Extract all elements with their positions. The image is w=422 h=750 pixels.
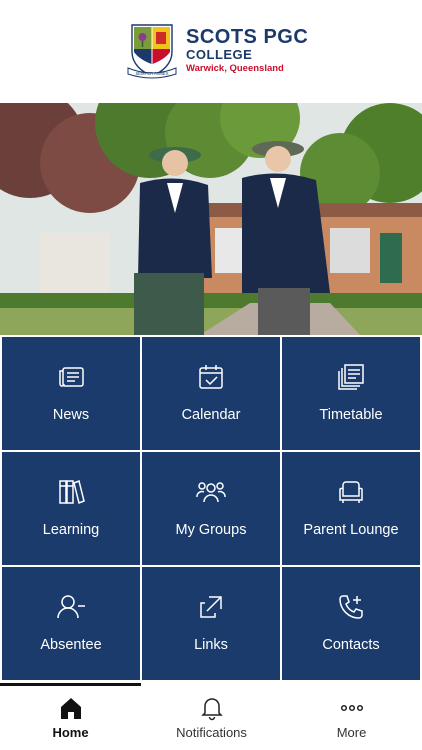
feature-grid: News Calendar Timetable Learning My Grou… xyxy=(0,335,422,683)
tile-learning[interactable]: Learning xyxy=(2,452,140,565)
tile-my-groups[interactable]: My Groups xyxy=(142,452,280,565)
stacked-pages-icon xyxy=(338,364,364,390)
tile-news[interactable]: News xyxy=(2,337,140,450)
tile-label: Contacts xyxy=(322,637,380,653)
tile-absentee[interactable]: Absentee xyxy=(2,567,140,680)
phone-add-icon xyxy=(339,595,363,619)
tab-label: Notifications xyxy=(176,725,247,740)
tile-label: Links xyxy=(194,637,228,653)
college-name: SCOTS PGC COLLEGE Warwick, Queensland xyxy=(186,27,308,75)
tile-label: News xyxy=(52,407,90,423)
calendar-check-icon xyxy=(199,365,223,389)
tile-parent-lounge[interactable]: Parent Lounge xyxy=(282,452,420,565)
tile-label: Calendar xyxy=(181,407,241,423)
newspaper-icon xyxy=(59,367,84,387)
hero-photo-students xyxy=(0,103,422,335)
tile-label: Parent Lounge xyxy=(303,522,399,538)
tile-links[interactable]: Links xyxy=(142,567,280,680)
books-icon xyxy=(59,479,85,505)
tile-label: Timetable xyxy=(319,407,383,423)
user-minus-icon xyxy=(57,595,85,619)
armchair-icon xyxy=(339,481,363,503)
tile-timetable[interactable]: Timetable xyxy=(282,337,420,450)
brand-line-2: COLLEGE xyxy=(186,47,253,62)
tile-calendar[interactable]: Calendar xyxy=(142,337,280,450)
external-link-icon xyxy=(200,596,222,618)
tab-notifications[interactable]: Notifications xyxy=(141,683,282,750)
bottom-tab-bar: Home Notifications More xyxy=(0,683,422,750)
active-tab-indicator xyxy=(0,683,141,686)
app-header: SEMPER ANNEX SCOTS PGC COLLEGE Warwick, … xyxy=(0,0,422,103)
brand-line-1: SCOTS PGC xyxy=(186,26,309,48)
college-crest-logo: SEMPER ANNEX xyxy=(127,24,177,79)
tile-label: My Groups xyxy=(175,522,247,538)
tab-label: Home xyxy=(52,725,89,740)
more-dots-icon xyxy=(340,704,363,712)
tile-label: Learning xyxy=(42,522,100,538)
tab-home[interactable]: Home xyxy=(0,683,141,750)
home-icon xyxy=(60,698,81,719)
brand-location: Warwick, Queensland xyxy=(186,63,284,74)
bell-icon xyxy=(200,698,223,721)
crest-motto: SEMPER ANNEX xyxy=(135,71,168,76)
tile-contacts[interactable]: Contacts xyxy=(282,567,420,680)
tab-more[interactable]: More xyxy=(281,683,422,750)
group-icon xyxy=(196,482,226,503)
tile-label: Absentee xyxy=(40,637,102,653)
tab-label: More xyxy=(336,725,367,740)
